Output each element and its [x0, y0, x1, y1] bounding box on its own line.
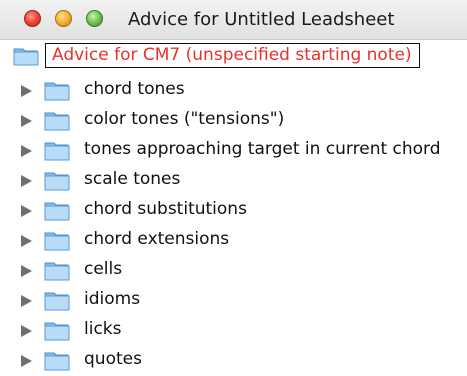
close-button[interactable]	[24, 10, 41, 27]
zoom-button[interactable]	[86, 10, 103, 27]
disclosure-triangle-icon[interactable]	[21, 145, 32, 157]
tree-item-chord-tones[interactable]: chord tones	[0, 77, 467, 107]
folder-icon	[44, 112, 70, 131]
disclosure-triangle-icon[interactable]	[21, 235, 32, 247]
tree-item-chord-substitutions[interactable]: chord substitutions	[0, 197, 467, 227]
title-bar: Advice for Untitled Leadsheet	[0, 0, 467, 40]
tree-item-cells[interactable]: cells	[0, 257, 467, 287]
tree-item-chord-extensions[interactable]: chord extensions	[0, 227, 467, 257]
folder-icon	[44, 262, 70, 281]
disclosure-triangle-icon[interactable]	[21, 325, 32, 337]
tree-root-label[interactable]: Advice for CM7 (unspecified starting not…	[45, 43, 420, 68]
tree-item-label: idioms	[84, 289, 141, 309]
advice-tree: Advice for CM7 (unspecified starting not…	[0, 40, 467, 376]
tree-item-label: quotes	[84, 349, 142, 369]
tree-item-scale-tones[interactable]: scale tones	[0, 167, 467, 197]
minimize-button[interactable]	[55, 10, 72, 27]
tree-item-label: tones approaching target in current chor…	[84, 139, 441, 159]
disclosure-triangle-icon[interactable]	[21, 355, 32, 367]
tree-item-approach-tones[interactable]: tones approaching target in current chor…	[0, 137, 467, 167]
folder-icon	[44, 142, 70, 161]
advice-window: Advice for Untitled Leadsheet Advice for…	[0, 0, 467, 376]
tree-item-label: licks	[84, 319, 122, 339]
tree-item-quotes[interactable]: quotes	[0, 347, 467, 376]
folder-icon	[44, 172, 70, 191]
folder-icon	[13, 48, 39, 66]
folder-icon	[44, 292, 70, 311]
tree-item-label: chord tones	[84, 79, 185, 99]
folder-icon	[44, 202, 70, 221]
tree-item-idioms[interactable]: idioms	[0, 287, 467, 317]
tree-item-label: chord extensions	[84, 229, 230, 249]
folder-icon	[44, 82, 70, 101]
disclosure-triangle-icon[interactable]	[21, 265, 32, 277]
tree-item-label: scale tones	[84, 169, 181, 189]
disclosure-triangle-icon[interactable]	[21, 175, 32, 187]
disclosure-triangle-icon[interactable]	[21, 295, 32, 307]
disclosure-triangle-icon[interactable]	[21, 115, 32, 127]
folder-icon	[44, 232, 70, 251]
disclosure-triangle-icon[interactable]	[21, 85, 32, 97]
disclosure-triangle-icon[interactable]	[21, 205, 32, 217]
tree-item-label: chord substitutions	[84, 199, 247, 219]
folder-icon	[44, 322, 70, 341]
tree-item-color-tones[interactable]: color tones ("tensions")	[0, 107, 467, 137]
folder-icon	[44, 352, 70, 371]
tree-item-licks[interactable]: licks	[0, 317, 467, 347]
tree-item-label: color tones ("tensions")	[84, 109, 285, 129]
window-title: Advice for Untitled Leadsheet	[128, 9, 395, 30]
tree-item-label: cells	[84, 259, 123, 279]
